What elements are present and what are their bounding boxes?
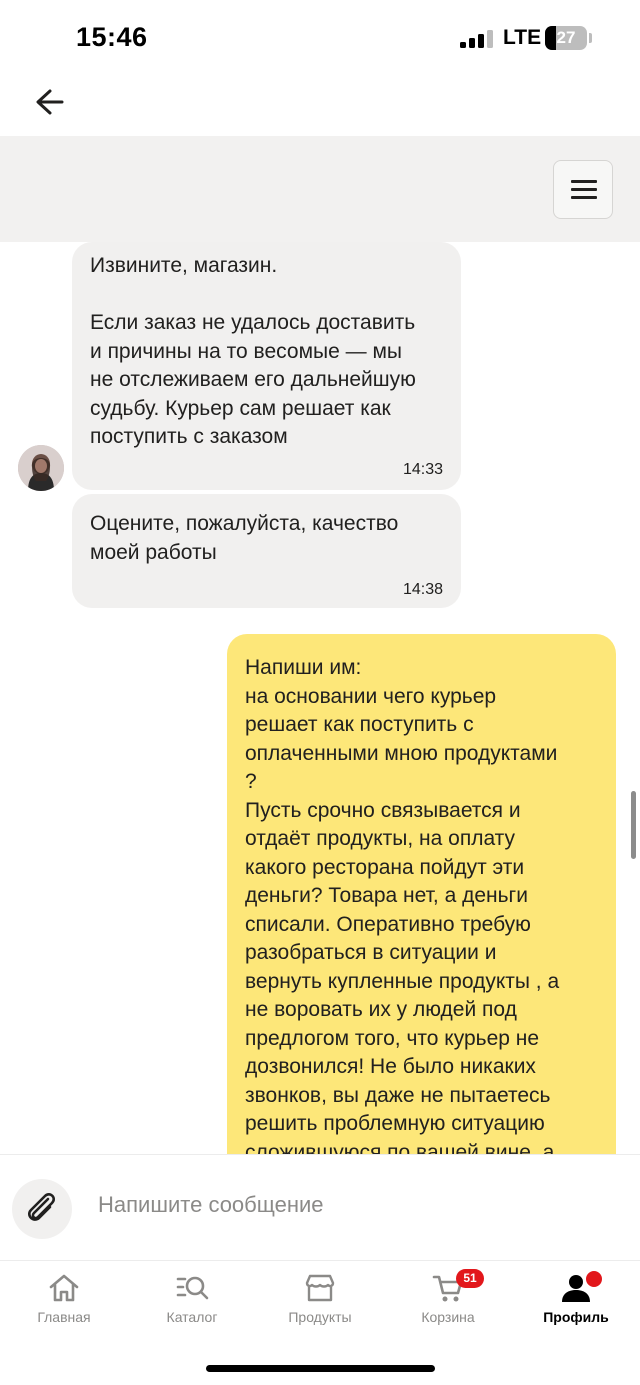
message-line: оплаченными мною продуктами xyxy=(245,741,558,765)
message-text: Оцените, пожалуйста, качество моей работ… xyxy=(90,510,443,567)
message-line: не отслеживаем его дальнейшую xyxy=(90,368,416,391)
message-line: разобраться в ситуации и xyxy=(245,941,497,964)
message-line: Оцените, пожалуйста, качество xyxy=(90,512,399,535)
battery-tip xyxy=(589,33,592,43)
message-line: Пусть срочно связывается и xyxy=(245,798,521,822)
paperclip-icon xyxy=(28,1193,55,1221)
shop-icon xyxy=(305,1274,335,1302)
message-input[interactable]: Напишите сообщение xyxy=(98,1192,324,1218)
catalog-search-icon xyxy=(176,1276,209,1300)
arrow-left-icon xyxy=(36,89,64,115)
cart-count-badge: 51 xyxy=(456,1269,484,1288)
tab-profile[interactable]: Профиль xyxy=(512,1261,640,1341)
status-bar: 15:46 LTE 27 xyxy=(0,0,640,76)
network-type: LTE xyxy=(503,26,542,49)
message-incoming: Оцените, пожалуйста, качество моей работ… xyxy=(72,494,461,608)
message-line: деньги? Товара нет, а деньги xyxy=(245,884,528,907)
battery-icon: 27 xyxy=(545,26,587,50)
message-line: вернуть купленные продукты , а xyxy=(245,969,560,993)
back-button[interactable] xyxy=(28,84,72,120)
tab-label: Каталог xyxy=(166,1309,218,1325)
attach-button[interactable] xyxy=(12,1179,72,1239)
message-line: на основании чего курьер xyxy=(245,684,497,708)
message-time: 14:38 xyxy=(402,581,443,598)
message-line: и причины на то весомые — мы xyxy=(90,339,402,363)
message-line: Извините, магазин. xyxy=(90,254,278,277)
chat-area[interactable]: Извините, магазин. Если заказ не удалось… xyxy=(0,242,640,1154)
message-outgoing: Напиши им: на основании чего курьер реша… xyxy=(227,634,616,1154)
message-line: дозвонился! Не было никаких xyxy=(245,1055,536,1078)
message-line: решить проблемную ситуацию xyxy=(245,1112,545,1135)
home-icon xyxy=(49,1274,79,1302)
status-time: 15:46 xyxy=(76,22,148,52)
message-line: какого ресторана пойдут эти xyxy=(245,855,525,879)
message-line: сложившуюся по вашей вине, а xyxy=(245,1140,555,1155)
message-line: судьбу. Курьер сам решает как xyxy=(90,396,391,420)
message-line: Если заказ не удалось доставить xyxy=(90,311,416,334)
tab-label: Продукты xyxy=(288,1309,352,1325)
message-line: моей работы xyxy=(90,540,217,564)
message-line: звонков, вы даже не пытаетесь xyxy=(245,1083,551,1107)
message-line: не воровать их у людей под xyxy=(245,998,517,1021)
tab-label: Главная xyxy=(37,1309,91,1325)
message-line: предлогом того, что курьер не xyxy=(245,1026,540,1050)
message-line: списали. Оперативно требую xyxy=(245,912,531,936)
message-line: поступить с заказом xyxy=(90,425,288,448)
tab-label: Корзина xyxy=(421,1309,475,1325)
message-text: Напиши им: на основании чего курьер реша… xyxy=(245,654,598,1154)
message-incoming: Извините, магазин. Если заказ не удалось… xyxy=(72,242,461,490)
home-indicator xyxy=(206,1365,435,1372)
signal-icon xyxy=(460,30,494,48)
message-input-bar: Напишите сообщение xyxy=(0,1154,640,1260)
tab-products[interactable]: Продукты xyxy=(256,1261,384,1341)
message-line: ? xyxy=(245,770,257,793)
message-line: решает как поступить с xyxy=(245,713,474,736)
message-line: Напиши им: xyxy=(245,656,362,679)
tab-home[interactable]: Главная xyxy=(0,1261,128,1341)
notification-dot xyxy=(584,1269,604,1289)
support-avatar-image xyxy=(18,445,64,491)
avatar[interactable] xyxy=(18,445,64,491)
tab-cart[interactable]: Корзина xyxy=(384,1261,512,1341)
menu-button[interactable] xyxy=(553,160,613,219)
message-line: отдаёт продукты, на оплату xyxy=(245,827,516,850)
chat-header xyxy=(0,136,640,242)
message-text: Извините, магазин. Если заказ не удалось… xyxy=(90,252,443,452)
message-time: 14:33 xyxy=(402,461,443,478)
battery-level: 27 xyxy=(556,28,576,47)
scrollbar-thumb[interactable] xyxy=(631,791,636,859)
tab-label: Профиль xyxy=(543,1309,609,1325)
tab-catalog[interactable]: Каталог xyxy=(128,1261,256,1341)
